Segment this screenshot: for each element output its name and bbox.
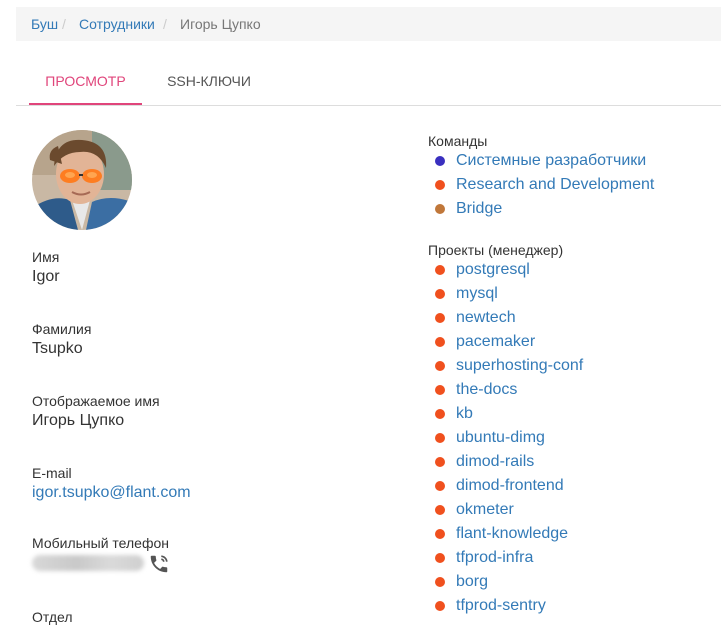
first-name-value: Igor	[32, 268, 60, 285]
color-dot-icon	[435, 601, 445, 611]
mobile-phone-label: Мобильный телефон	[32, 535, 169, 551]
list-item-label[interactable]: dimod-frontend	[456, 474, 564, 498]
avatar-photo	[32, 130, 132, 230]
list-item-label[interactable]: the-docs	[456, 378, 517, 402]
color-dot-icon	[435, 553, 445, 563]
list-item-label[interactable]: okmeter	[456, 498, 514, 522]
last-name-value: Tsupko	[32, 340, 83, 357]
breadcrumb-item-bush[interactable]: Буш	[31, 7, 58, 41]
list-item-label[interactable]: newtech	[456, 306, 516, 330]
color-dot-icon	[435, 481, 445, 491]
list-item-label[interactable]: ubuntu-dimg	[456, 426, 545, 450]
phone-call-icon[interactable]	[148, 553, 170, 575]
color-dot-icon	[435, 156, 445, 166]
list-item-label[interactable]: tfprod-infra	[456, 546, 533, 570]
display-name-value: Игорь Цупко	[32, 412, 125, 429]
tab-view[interactable]: ПРОСМОТР	[29, 60, 142, 105]
list-item-label[interactable]: kb	[456, 402, 473, 426]
projects-heading: Проекты (менеджер)	[428, 242, 564, 258]
color-dot-icon	[435, 289, 445, 299]
color-dot-icon	[435, 313, 445, 323]
color-dot-icon	[435, 457, 445, 467]
tab-ssh-keys[interactable]: SSH-КЛЮЧИ	[154, 60, 264, 103]
color-dot-icon	[435, 361, 445, 371]
teams-heading: Команды	[428, 133, 488, 149]
avatar	[32, 130, 132, 230]
breadcrumb-separator: /	[163, 16, 167, 32]
color-dot-icon	[435, 577, 445, 587]
breadcrumb: Буш / Сотрудники / Игорь Цупко	[16, 7, 721, 41]
breadcrumb-current: Игорь Цупко	[180, 16, 261, 32]
color-dot-icon	[435, 204, 445, 214]
first-name-label: Имя	[32, 249, 60, 265]
list-item-label[interactable]: postgresql	[456, 258, 530, 282]
color-dot-icon	[435, 409, 445, 419]
display-name-label: Отображаемое имя	[32, 393, 160, 409]
color-dot-icon	[435, 385, 445, 395]
mobile-phone-value-redacted	[32, 555, 144, 571]
list-item-label[interactable]: dimod-rails	[456, 450, 534, 474]
color-dot-icon	[435, 180, 445, 190]
list-item-label[interactable]: Системные разработчики	[456, 149, 646, 173]
color-dot-icon	[435, 433, 445, 443]
list-item-label[interactable]: tfprod-sentry	[456, 594, 546, 618]
department-label: Отдел	[32, 609, 73, 625]
email-label: E-mail	[32, 465, 72, 481]
breadcrumb-item-employees[interactable]: Сотрудники	[79, 7, 155, 41]
list-item-label[interactable]: superhosting-conf	[456, 354, 583, 378]
breadcrumb-separator: /	[62, 16, 66, 32]
color-dot-icon	[435, 337, 445, 347]
list-item-label[interactable]: borg	[456, 570, 488, 594]
color-dot-icon	[435, 265, 445, 275]
list-item-label[interactable]: mysql	[456, 282, 498, 306]
email-link[interactable]: igor.tsupko@flant.com	[32, 484, 191, 502]
list-item-label[interactable]: Bridge	[456, 197, 502, 221]
color-dot-icon	[435, 529, 445, 539]
list-item-label[interactable]: Research and Development	[456, 173, 654, 197]
color-dot-icon	[435, 505, 445, 515]
list-item-label[interactable]: flant-knowledge	[456, 522, 568, 546]
tab-bar: ПРОСМОТР SSH-КЛЮЧИ	[16, 60, 721, 106]
list-item-label[interactable]: pacemaker	[456, 330, 535, 354]
last-name-label: Фамилия	[32, 321, 92, 337]
